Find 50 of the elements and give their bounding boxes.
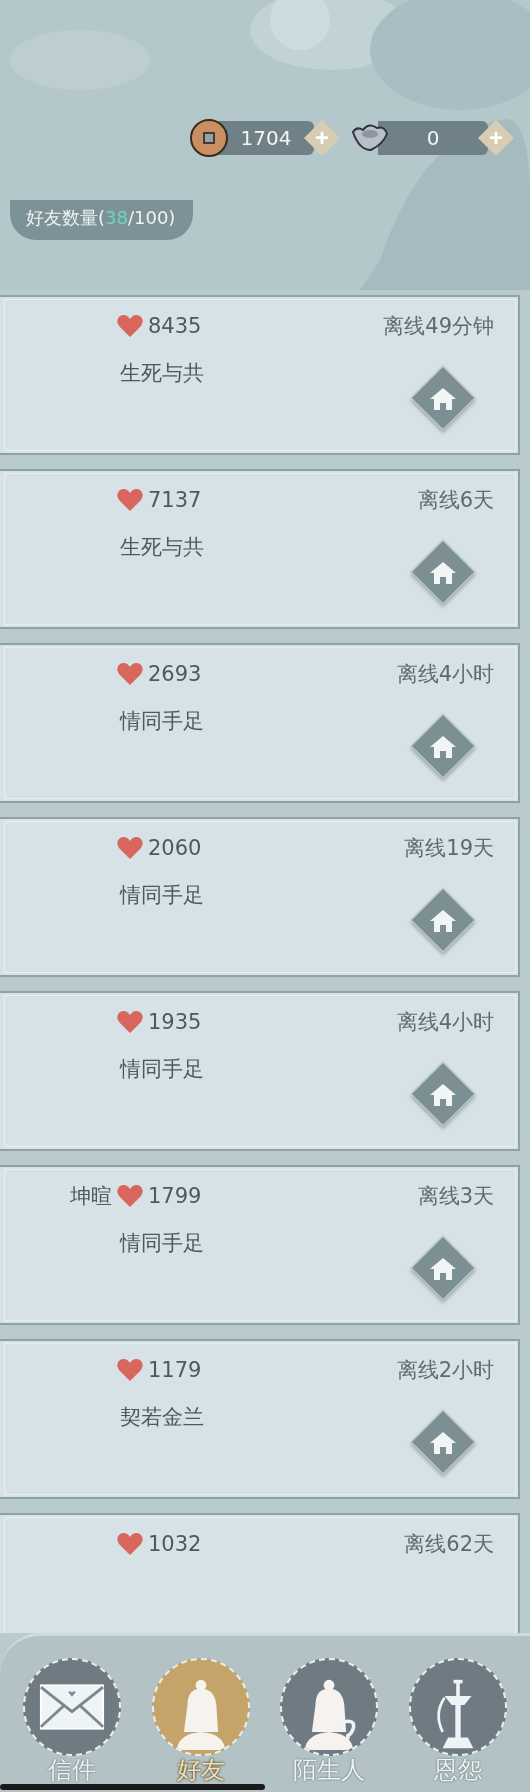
intimacy-value: 8435 xyxy=(148,314,202,338)
intimacy-value: 7137 xyxy=(148,488,202,512)
friend-card[interactable]: 1032 离线62天 xyxy=(0,1513,520,1633)
intimacy-value: 1179 xyxy=(148,1358,202,1382)
friend-card[interactable]: 2060 离线19天 情同手足 xyxy=(0,817,520,977)
intimacy-value: 2060 xyxy=(148,836,202,860)
relation-label: 情同手足 xyxy=(120,1230,204,1257)
friend-count-tag: 好友数量(38/100) xyxy=(10,200,194,240)
friend-card[interactable]: 2693 离线4小时 情同手足 xyxy=(0,643,520,803)
currency-amount: 0 xyxy=(378,121,488,155)
relation-label: 情同手足 xyxy=(120,882,204,909)
heart-icon xyxy=(116,662,144,686)
friend-card[interactable]: 坤暄 1799 离线3天 情同手足 xyxy=(0,1165,520,1325)
offline-status: 离线62天 xyxy=(404,1531,494,1558)
house-icon xyxy=(428,385,458,411)
envelope-icon xyxy=(39,1682,106,1732)
house-icon xyxy=(428,733,458,759)
intimacy-value: 1032 xyxy=(148,1532,202,1556)
friend-card[interactable]: 7137 离线6天 生死与共 xyxy=(0,469,520,629)
heart-icon xyxy=(116,1532,144,1556)
offline-status: 离线2小时 xyxy=(396,1357,494,1384)
heart-icon xyxy=(116,1184,144,1208)
intimacy-value: 1799 xyxy=(148,1184,202,1208)
intimacy-value: 2693 xyxy=(148,662,202,686)
house-icon xyxy=(428,1429,458,1455)
offline-status: 离线6天 xyxy=(417,487,494,514)
offline-status: 离线3天 xyxy=(417,1183,494,1210)
relation-label: 情同手足 xyxy=(120,708,204,735)
relation-label: 生死与共 xyxy=(120,534,204,561)
relation-label: 情同手足 xyxy=(120,1056,204,1083)
heart-icon xyxy=(116,488,144,512)
heart-icon xyxy=(116,1010,144,1034)
offline-status: 离线49分钟 xyxy=(383,313,494,340)
friend-card[interactable]: 1179 离线2小时 契若金兰 xyxy=(0,1339,520,1499)
house-icon xyxy=(428,559,458,585)
heart-icon xyxy=(116,1358,144,1382)
heart-icon xyxy=(116,314,144,338)
offline-status: 离线4小时 xyxy=(396,1009,494,1036)
house-icon xyxy=(428,1255,458,1281)
intimacy-value: 1935 xyxy=(148,1010,202,1034)
house-icon xyxy=(428,907,458,933)
house-icon xyxy=(428,1081,458,1107)
friend-card[interactable]: 8435 离线49分钟 生死与共 xyxy=(0,295,520,455)
friend-name: 坤暄 xyxy=(70,1183,112,1210)
friend-card[interactable]: 1935 离线4小时 情同手足 xyxy=(0,991,520,1151)
relation-label: 契若金兰 xyxy=(120,1404,204,1431)
offline-status: 离线19天 xyxy=(404,835,494,862)
relation-label: 生死与共 xyxy=(120,360,204,387)
heart-icon xyxy=(116,836,144,860)
offline-status: 离线4小时 xyxy=(396,661,494,688)
